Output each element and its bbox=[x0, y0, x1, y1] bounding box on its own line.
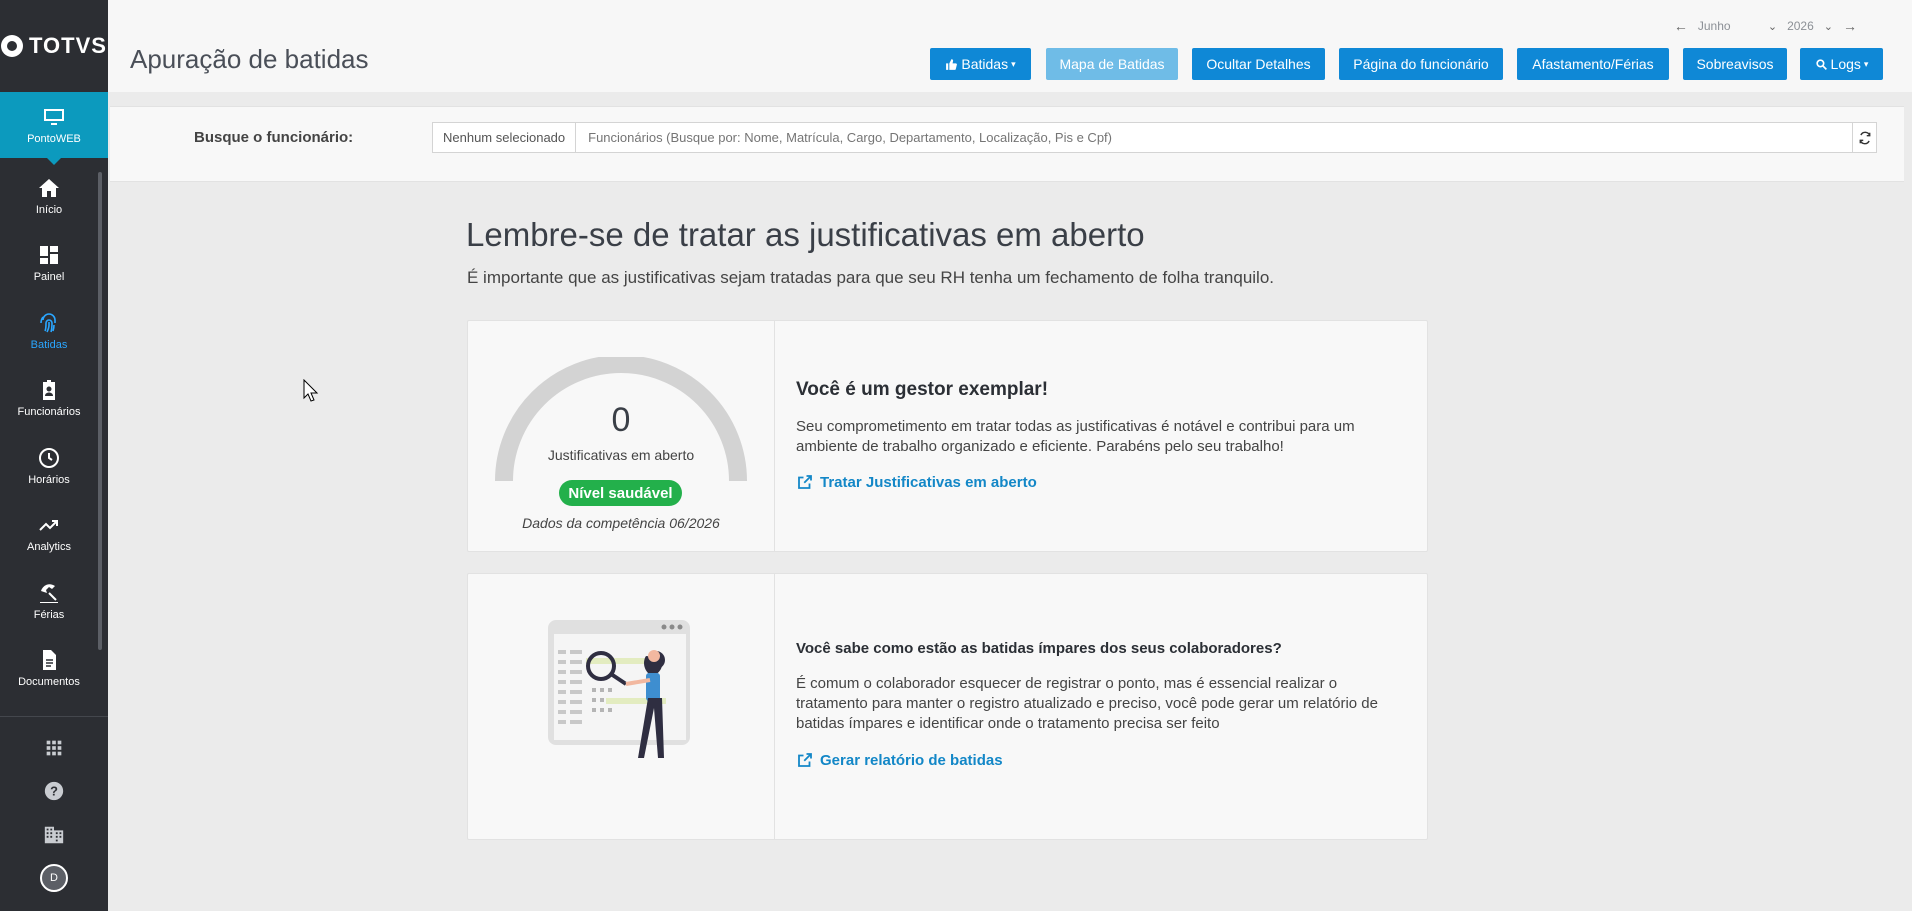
sidebar-item-funcionarios[interactable]: Funcionários bbox=[0, 368, 98, 428]
sidebar-item-analytics[interactable]: Analytics bbox=[0, 503, 98, 563]
sidebar: TOTVS PontoWEB Início Painel Batidas Fun… bbox=[0, 0, 108, 911]
card-heading: Você sabe como estão as batidas ímpares … bbox=[796, 640, 1282, 657]
clock-icon bbox=[39, 448, 59, 468]
previous-period-icon[interactable]: ← bbox=[1674, 18, 1688, 34]
gerar-relatorio-link[interactable]: Gerar relatório de batidas bbox=[796, 751, 1407, 769]
next-period-icon[interactable]: → bbox=[1843, 18, 1857, 34]
caret-down-icon: ▾ bbox=[1011, 58, 1016, 69]
search-label: Busque o funcionário: bbox=[194, 129, 354, 146]
employee-search-input[interactable] bbox=[576, 123, 1852, 152]
apps-button[interactable] bbox=[0, 733, 108, 763]
selected-employee-badge[interactable]: Nenhum selecionado bbox=[433, 123, 577, 152]
avatar: D bbox=[40, 864, 68, 892]
home-icon bbox=[39, 179, 59, 197]
batidas-impares-card: Você sabe como estão as batidas ímpares … bbox=[467, 573, 1428, 840]
card-heading: Você é um gestor exemplar! bbox=[796, 379, 1049, 400]
logs-dropdown-button[interactable]: Logs ▾ bbox=[1800, 48, 1883, 80]
help-button[interactable]: ? bbox=[0, 776, 108, 806]
year-select[interactable]: 2026 bbox=[1787, 19, 1814, 33]
sidebar-item-documentos[interactable]: Documentos bbox=[0, 638, 98, 698]
trending-up-icon bbox=[39, 520, 58, 531]
competencia-text: Dados da competência 06/2026 bbox=[522, 515, 720, 531]
beach-umbrella-icon bbox=[40, 584, 58, 603]
svg-text:?: ? bbox=[50, 784, 58, 799]
sidebar-scrollbar[interactable] bbox=[98, 172, 102, 650]
page-title: Apuração de batidas bbox=[130, 44, 369, 74]
refresh-icon bbox=[1859, 131, 1870, 144]
pagina-funcionario-button[interactable]: Página do funcionário bbox=[1339, 48, 1503, 80]
card-divider bbox=[774, 574, 775, 839]
month-select[interactable]: Junho bbox=[1698, 19, 1758, 33]
card-text: Seu comprometimento em tratar todas as j… bbox=[796, 418, 1355, 455]
building-icon bbox=[44, 826, 64, 844]
refresh-button[interactable] bbox=[1852, 123, 1876, 152]
afastamento-ferias-button[interactable]: Afastamento/Férias bbox=[1517, 48, 1669, 80]
mapa-de-batidas-button[interactable]: Mapa de Batidas bbox=[1046, 48, 1178, 80]
sobreavisos-button[interactable]: Sobreavisos bbox=[1683, 48, 1787, 80]
search-icon bbox=[1815, 58, 1827, 70]
sidebar-item-batidas[interactable]: Batidas bbox=[0, 301, 98, 361]
sidebar-item-horarios[interactable]: Horários bbox=[0, 436, 98, 496]
sidebar-item-ferias[interactable]: Férias bbox=[0, 571, 98, 631]
chevron-down-icon[interactable]: ⌄ bbox=[1824, 20, 1833, 33]
status-badge: Nível saudável bbox=[559, 480, 682, 506]
external-link-icon bbox=[798, 475, 812, 489]
module-pontoweb[interactable]: PontoWEB bbox=[0, 92, 108, 165]
employee-search-field: Nenhum selecionado bbox=[432, 122, 1877, 153]
sidebar-item-painel[interactable]: Painel bbox=[0, 233, 98, 293]
thumbs-up-icon bbox=[946, 58, 958, 70]
justifications-count: 0 bbox=[611, 401, 631, 439]
card-text: É comum o colaborador esquecer de regist… bbox=[796, 675, 1378, 732]
ocultar-detalhes-button[interactable]: Ocultar Detalhes bbox=[1192, 48, 1325, 80]
user-avatar-button[interactable]: D bbox=[0, 863, 108, 893]
totvs-logo-icon bbox=[1, 35, 24, 57]
main-subheading: É importante que as justificativas sejam… bbox=[467, 268, 1275, 287]
justifications-card: 0 Justificativas em aberto Nível saudáve… bbox=[467, 320, 1428, 552]
mouse-cursor-icon bbox=[303, 379, 319, 402]
help-icon: ? bbox=[44, 781, 64, 801]
main-heading: Lembre-se de tratar as justificativas em… bbox=[466, 216, 1145, 253]
sidebar-divider bbox=[0, 716, 108, 717]
search-report-illustration bbox=[548, 620, 690, 758]
totvs-logo[interactable]: TOTVS bbox=[0, 0, 108, 92]
card-divider bbox=[774, 321, 775, 551]
tratar-justificativas-link[interactable]: Tratar Justificativas em aberto bbox=[796, 473, 1407, 491]
sidebar-item-inicio[interactable]: Início bbox=[0, 166, 98, 226]
fingerprint-icon bbox=[40, 313, 56, 333]
external-link-icon bbox=[798, 753, 812, 767]
period-selector: ← Junho ⌄ 2026 ⌄ → bbox=[1674, 18, 1857, 34]
chevron-down-icon[interactable]: ⌄ bbox=[1768, 20, 1777, 33]
caret-down-icon: ▾ bbox=[1863, 58, 1869, 69]
badge-icon bbox=[43, 380, 55, 400]
company-button[interactable] bbox=[0, 820, 108, 850]
justifications-count-label: Justificativas em aberto bbox=[547, 447, 695, 463]
batidas-dropdown-button[interactable]: Batidas ▾ bbox=[930, 48, 1031, 80]
dashboard-icon bbox=[40, 246, 58, 264]
employee-search-bar: Busque o funcionário: Nenhum selecionado bbox=[110, 106, 1904, 182]
monitor-icon bbox=[44, 109, 64, 125]
document-icon bbox=[43, 650, 56, 670]
apps-grid-icon bbox=[46, 740, 62, 756]
